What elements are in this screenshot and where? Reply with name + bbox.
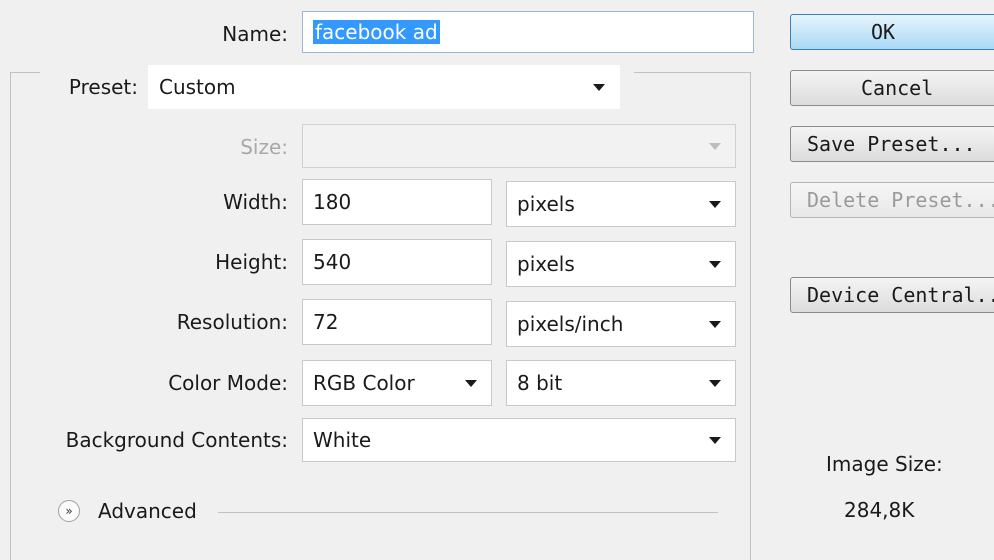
width-input-value: 180 <box>313 190 352 214</box>
cancel-button[interactable]: Cancel <box>790 70 994 106</box>
name-field-value: facebook ad <box>313 20 440 44</box>
groupbox-top-right-line <box>634 72 750 73</box>
size-select <box>302 124 736 168</box>
chevron-down-icon <box>709 380 721 387</box>
resolution-unit-select[interactable]: pixels/inch <box>506 301 736 347</box>
chevron-down-icon <box>709 201 721 208</box>
image-size-value: 284,8K <box>844 498 915 522</box>
name-field[interactable]: facebook ad <box>302 11 754 53</box>
double-chevron-down-icon[interactable]: » <box>58 500 80 522</box>
background-contents-label: Background Contents: <box>65 428 288 452</box>
groupbox-top-left-line <box>10 72 40 73</box>
color-mode-select[interactable]: RGB Color <box>302 360 492 406</box>
height-input-value: 540 <box>313 250 352 274</box>
bit-depth-select[interactable]: 8 bit <box>506 360 736 406</box>
preset-label: Preset: <box>68 75 138 99</box>
save-preset-button[interactable]: Save Preset... <box>790 126 994 162</box>
resolution-unit-value: pixels/inch <box>517 312 624 336</box>
height-unit-value: pixels <box>517 252 575 276</box>
groupbox-right-line <box>750 72 751 560</box>
resolution-input-value: 72 <box>313 310 339 334</box>
resolution-label: Resolution: <box>176 310 288 334</box>
image-size-label: Image Size: <box>826 452 943 476</box>
bit-depth-value: 8 bit <box>517 371 563 395</box>
color-mode-label: Color Mode: <box>168 371 288 395</box>
size-label: Size: <box>240 135 288 159</box>
resolution-input[interactable]: 72 <box>302 299 492 345</box>
width-unit-value: pixels <box>517 192 575 216</box>
chevron-down-icon <box>709 261 721 268</box>
chevron-down-icon <box>709 321 721 328</box>
width-label: Width: <box>223 190 288 214</box>
height-label: Height: <box>215 250 288 274</box>
advanced-divider <box>218 512 718 513</box>
device-central-button[interactable]: Device Central... <box>790 277 994 313</box>
height-unit-select[interactable]: pixels <box>506 241 736 287</box>
delete-preset-button: Delete Preset... <box>790 182 994 218</box>
chevron-down-icon <box>709 437 721 444</box>
chevron-down-icon <box>709 143 721 150</box>
groupbox-left-line <box>10 72 11 560</box>
chevron-down-icon <box>465 380 477 387</box>
width-input[interactable]: 180 <box>302 179 492 225</box>
ok-button[interactable]: OK <box>790 14 994 50</box>
chevron-down-icon <box>593 84 605 91</box>
preset-select-value: Custom <box>159 75 236 99</box>
background-contents-select[interactable]: White <box>302 418 736 462</box>
background-contents-value: White <box>313 428 372 452</box>
advanced-label[interactable]: Advanced <box>98 499 197 523</box>
height-input[interactable]: 540 <box>302 239 492 285</box>
name-label: Name: <box>222 22 288 46</box>
width-unit-select[interactable]: pixels <box>506 181 736 227</box>
preset-select[interactable]: Custom <box>148 65 620 109</box>
